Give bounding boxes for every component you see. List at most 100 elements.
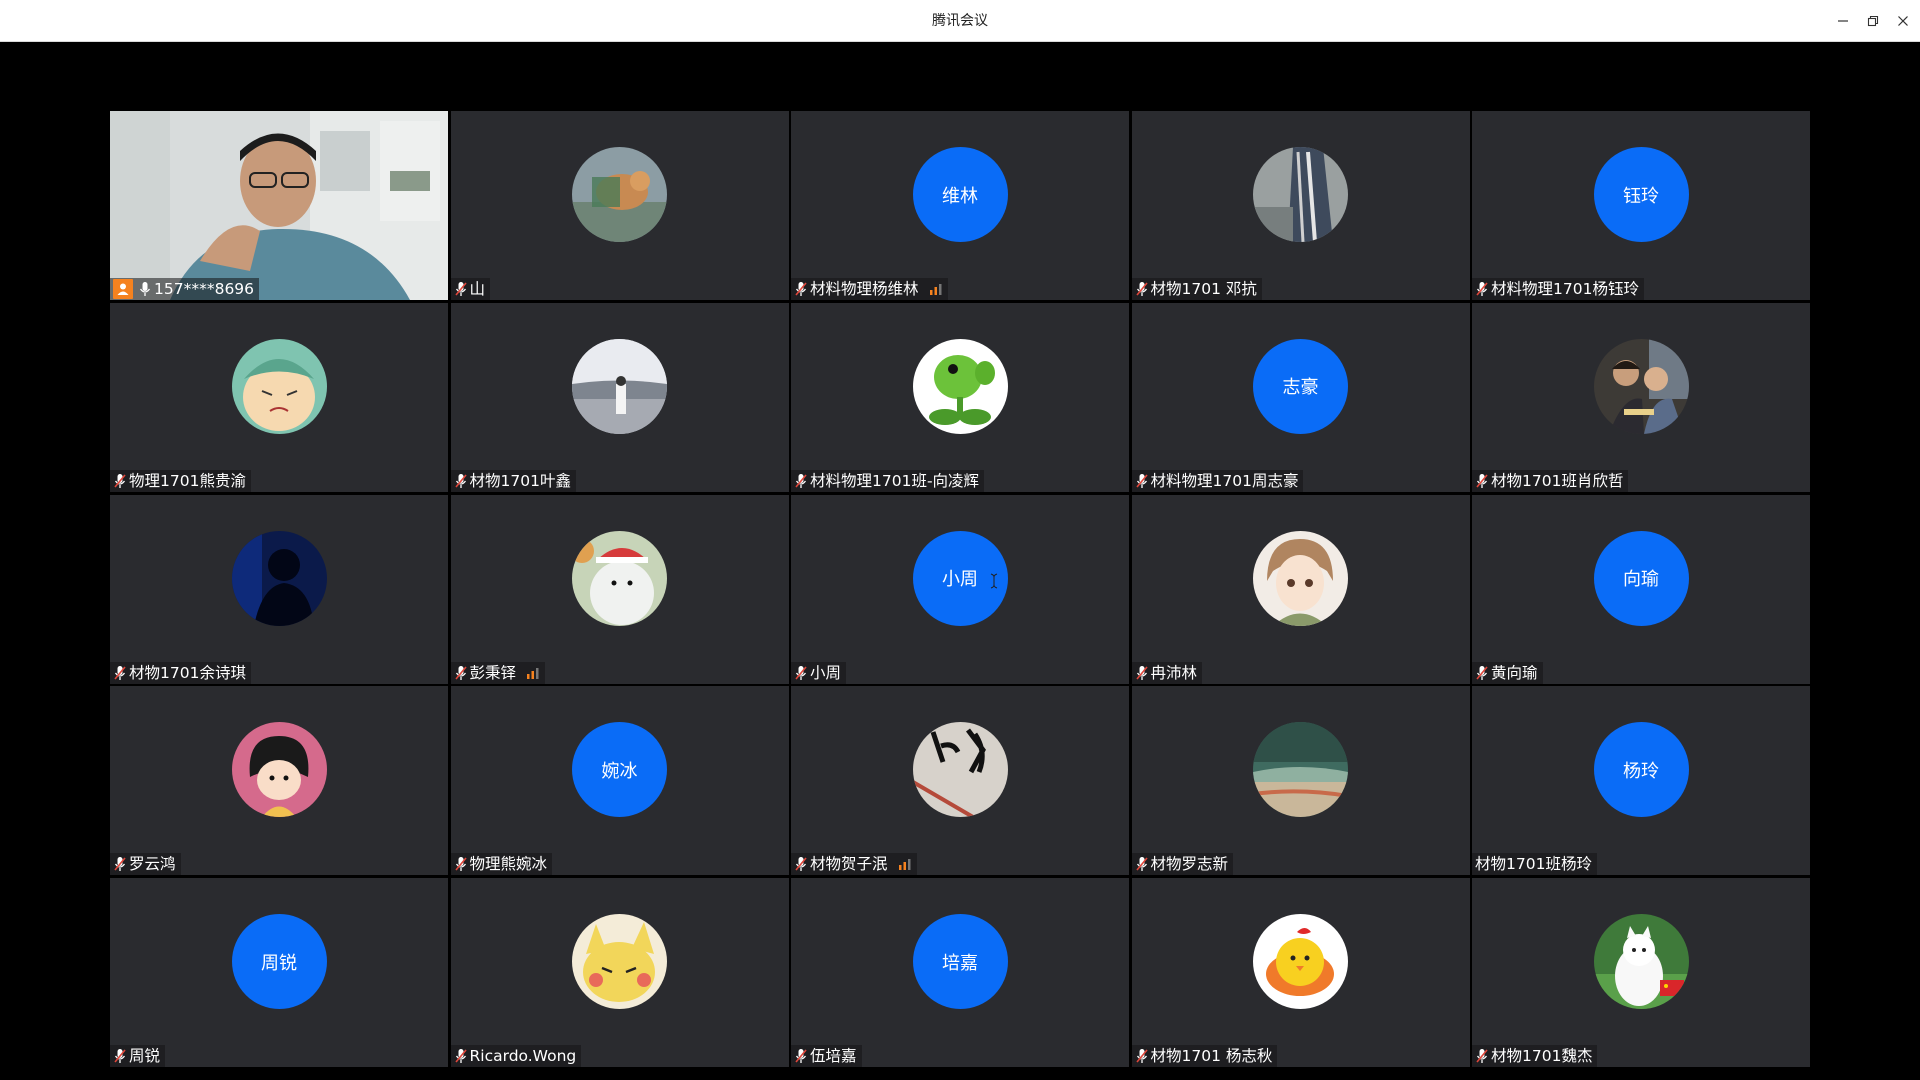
name-tag: 物理熊婉冰 <box>450 853 553 876</box>
avatar <box>1253 722 1348 818</box>
name-tag: 周锐 <box>110 1045 166 1067</box>
mic-off-icon <box>795 665 807 680</box>
close-button[interactable] <box>1888 6 1918 36</box>
participant-tile[interactable]: 物理1701熊贵渝 <box>110 302 448 492</box>
avatar <box>1253 530 1348 626</box>
name-tag: 小周 <box>791 661 847 684</box>
name-tag: 材物1701余诗琪 <box>110 661 251 684</box>
mic-off-icon <box>1135 857 1148 872</box>
participant-tile[interactable]: 婉冰 物理熊婉冰 <box>450 686 789 876</box>
participant-tile[interactable]: 157****8696 <box>110 111 448 300</box>
mic-off-icon <box>114 665 126 680</box>
minimize-button[interactable] <box>1828 6 1858 36</box>
mic-off-icon <box>795 473 807 488</box>
mic-off-icon <box>1135 665 1148 680</box>
participant-name: 材物1701班杨玲 <box>1475 855 1592 874</box>
participant-name: 材料物理1701班-向凌辉 <box>810 471 980 490</box>
name-tag: 物理1701熊贵渝 <box>110 469 251 492</box>
participant-tile[interactable]: 材物1701魏杰 <box>1472 878 1810 1067</box>
self-video-feed <box>110 111 448 300</box>
participant-tile[interactable]: 周锐 周锐 <box>110 878 448 1067</box>
participant-tile[interactable]: 材物1701叶鑫 <box>450 302 789 492</box>
text-cursor-icon <box>990 573 998 589</box>
name-tag: 材料物理1701杨钰玲 <box>1472 278 1644 300</box>
host-icon <box>113 279 133 299</box>
participant-tile[interactable]: 冉沛林 <box>1131 494 1470 684</box>
meeting-stage: 157****8696 山 维林 材料物理杨维林 材物1701 邓抗 钰玲 材料… <box>0 42 1920 1080</box>
participant-tile[interactable]: 小周 小周 <box>791 494 1129 684</box>
participant-name: 材物1701叶鑫 <box>469 471 571 490</box>
participant-tile[interactable]: 材料物理1701班-向凌辉 <box>791 302 1129 492</box>
name-tag: 黄向瑜 <box>1472 661 1543 684</box>
mic-off-icon <box>795 282 807 296</box>
participant-tile[interactable]: 志豪 材料物理1701周志豪 <box>1131 302 1470 492</box>
restore-button[interactable] <box>1858 6 1888 36</box>
mic-off-icon <box>1135 1049 1148 1063</box>
mic-off-icon <box>1135 473 1148 488</box>
participant-name: 材物1701班肖欣哲 <box>1491 471 1624 490</box>
participant-name: 材物罗志新 <box>1150 855 1229 874</box>
avatar <box>912 338 1008 434</box>
participant-tile[interactable]: 罗云鸿 <box>110 686 448 876</box>
participant-tile[interactable]: 培嘉 伍培嘉 <box>791 878 1129 1067</box>
participant-tile[interactable]: 材物1701余诗琪 <box>110 494 448 684</box>
name-tag: 材料物理1701周志豪 <box>1131 469 1304 492</box>
name-tag: 材物1701 杨志秋 <box>1131 1045 1278 1067</box>
participant-name: 罗云鸿 <box>129 855 176 874</box>
participant-name: 物理1701熊贵渝 <box>129 471 246 490</box>
avatar <box>572 147 667 242</box>
participant-tile[interactable]: 钰玲 材料物理1701杨钰玲 <box>1472 111 1810 300</box>
name-tag: 材物1701班杨玲 <box>1472 853 1597 876</box>
name-tag: 材物贺子泯 <box>791 853 917 876</box>
avatar <box>1593 338 1689 434</box>
avatar <box>1253 914 1348 1009</box>
avatar <box>572 530 667 626</box>
name-tag: 材料物理杨维林 <box>791 278 948 300</box>
name-tag: 157****8696 <box>110 278 260 300</box>
participant-tile[interactable]: 山 <box>450 111 789 300</box>
avatar <box>231 722 327 818</box>
participant-tile[interactable]: 材物1701 邓抗 <box>1131 111 1470 300</box>
mic-off-icon <box>1135 282 1148 296</box>
participant-name: 材物1701魏杰 <box>1491 1047 1593 1065</box>
mic-off-icon <box>454 473 467 488</box>
name-tag: 冉沛林 <box>1131 661 1203 684</box>
name-tag: 山 <box>450 278 491 300</box>
participant-tile[interactable]: 材物贺子泯 <box>791 686 1129 876</box>
mic-off-icon <box>114 1049 126 1063</box>
signal-icon <box>898 859 911 871</box>
participant-tile[interactable]: 材物1701班肖欣哲 <box>1472 302 1810 492</box>
mic-off-icon <box>1476 1049 1488 1063</box>
participant-name: 材物1701余诗琪 <box>129 663 246 682</box>
participant-tile[interactable]: 向瑜 黄向瑜 <box>1472 494 1810 684</box>
name-tag: 材物1701魏杰 <box>1472 1045 1598 1067</box>
avatar: 钰玲 <box>1593 147 1689 242</box>
participant-name: 材物1701 邓抗 <box>1150 280 1257 298</box>
window-title: 腾讯会议 <box>932 13 988 29</box>
avatar: 向瑜 <box>1593 530 1689 626</box>
minimize-icon <box>1838 20 1848 22</box>
mic-off-icon <box>454 1049 467 1063</box>
participant-name: Ricardo.Wong <box>469 1047 577 1065</box>
participant-name: 黄向瑜 <box>1491 663 1538 682</box>
mic-off-icon <box>454 282 467 296</box>
participant-tile[interactable]: 材物1701 杨志秋 <box>1131 878 1470 1067</box>
title-bar: 腾讯会议 <box>0 0 1920 42</box>
avatar: 志豪 <box>1253 338 1348 434</box>
participant-name: 山 <box>469 280 486 298</box>
participant-tile[interactable]: 维林 材料物理杨维林 <box>791 111 1129 300</box>
participant-tile[interactable]: Ricardo.Wong <box>450 878 789 1067</box>
participant-name: 材料物理1701杨钰玲 <box>1491 280 1639 298</box>
signal-icon <box>527 667 539 679</box>
participant-name: 冉沛林 <box>1150 663 1198 682</box>
participant-tile[interactable]: 彭秉铎 <box>450 494 789 684</box>
mic-off-icon <box>454 665 467 680</box>
avatar <box>231 530 327 626</box>
avatar: 杨玲 <box>1593 722 1689 818</box>
avatar <box>1593 914 1689 1009</box>
mic-off-icon <box>454 857 467 872</box>
mic-off-icon <box>114 857 126 872</box>
close-icon <box>1898 16 1908 26</box>
participant-tile[interactable]: 材物罗志新 <box>1131 686 1470 876</box>
participant-tile[interactable]: 杨玲 材物1701班杨玲 <box>1472 686 1810 876</box>
